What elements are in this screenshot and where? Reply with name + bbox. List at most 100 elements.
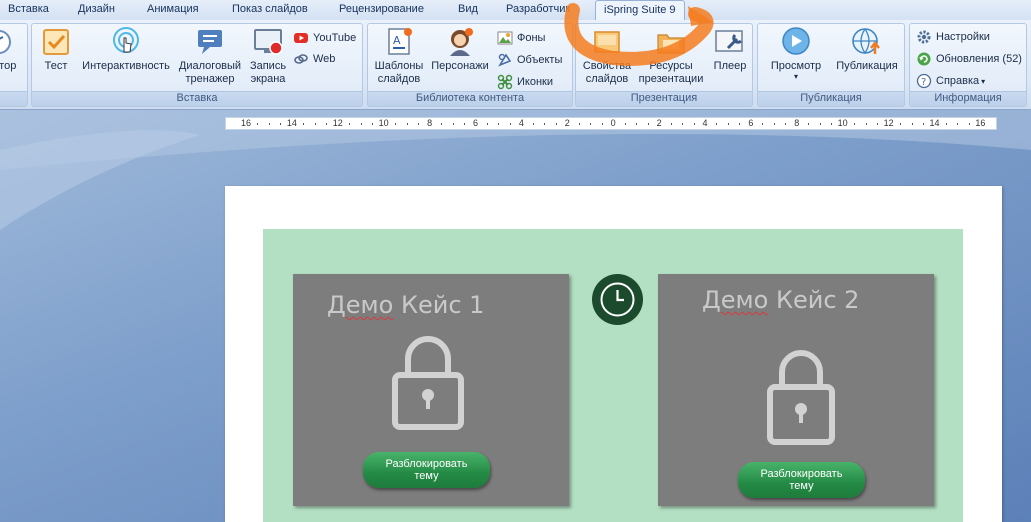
help-button[interactable]: ? Справка ▾ — [916, 72, 985, 90]
touch-interactivity-icon — [113, 27, 139, 53]
slide-templates-button[interactable]: A Шаблоны слайдов — [370, 26, 428, 86]
group-insert: Тест Интерактивность Диалоговыйтренажер — [31, 23, 363, 107]
group-library-label: Библиотека контента — [368, 91, 572, 106]
dialog-simulator-button[interactable]: Диалоговый тренажер — [176, 26, 244, 86]
horizontal-ruler[interactable]: 16 14 12 10 8 6 4 2 0 2 4 6 8 10 12 14 16 — [225, 117, 997, 130]
ruler-tick-label: 2 — [656, 118, 662, 128]
group-info: Настройки Обновления (52) ? Справка ▾ Ин… — [909, 23, 1027, 107]
group-presentation-label: Презентация — [576, 91, 752, 106]
ruler-tick-mark — [406, 123, 408, 125]
ruler-tick-label: 14 — [929, 118, 940, 128]
ruler-tick-mark — [693, 123, 695, 125]
tab-slideshow[interactable]: Показ слайдов — [232, 3, 308, 15]
play-preview-icon — [782, 27, 810, 55]
ruler-tick-mark — [257, 123, 259, 125]
ruler-tick-mark — [762, 123, 764, 125]
group-info-label: Информация — [910, 91, 1026, 106]
ruler-tick-mark — [670, 123, 672, 125]
ruler-tick-label: 8 — [794, 118, 800, 128]
ruler-tick-label: 4 — [702, 118, 708, 128]
card-title: Демо Кейс 2 — [702, 286, 860, 314]
tab-design[interactable]: Дизайн — [78, 3, 115, 15]
ruler-tick-mark — [268, 123, 270, 125]
ruler-tick-mark — [945, 123, 947, 125]
preview-button[interactable]: Просмотр ▾ — [764, 26, 828, 81]
ruler-tick-mark — [395, 123, 397, 125]
tab-animation[interactable]: Анимация — [147, 3, 199, 15]
tab-review[interactable]: Рецензирование — [339, 3, 424, 15]
ruler-tick-mark — [441, 123, 443, 125]
svg-text:A: A — [393, 34, 401, 47]
tab-insert[interactable]: Вставка — [8, 3, 49, 15]
ruler-tick-mark — [808, 123, 810, 125]
ruler-tick-mark — [360, 123, 362, 125]
characters-button[interactable]: Персонажи — [428, 26, 492, 73]
web-link-icon — [294, 54, 308, 64]
ruler-tick-label: 2 — [564, 118, 570, 128]
ruler-tick-label: 6 — [472, 118, 479, 128]
settings-button[interactable]: Настройки — [916, 28, 990, 46]
ruler-tick-label: 8 — [427, 118, 433, 128]
ruler-tick-mark — [464, 123, 466, 125]
objects-button[interactable]: Объекты — [497, 51, 562, 69]
edge-button[interactable]: стор — [0, 26, 23, 73]
ruler-tick-mark — [624, 123, 626, 125]
youtube-button[interactable]: YouTube — [293, 29, 356, 47]
group-publish-label: Публикация — [758, 91, 904, 106]
ruler-tick-mark — [647, 123, 649, 125]
tab-view[interactable]: Вид — [458, 3, 478, 15]
ruler-tick-mark — [900, 123, 902, 125]
ruler-tick-mark — [716, 123, 718, 125]
ruler-tick-mark — [498, 123, 500, 125]
ruler-tick-mark — [280, 123, 282, 125]
ruler-tick-mark — [578, 123, 580, 125]
icons-library-icon — [497, 74, 513, 90]
ruler-tick-mark — [923, 123, 925, 125]
ruler-tick-mark — [831, 123, 833, 125]
clock-icon — [592, 274, 643, 325]
slide-templates-icon: A — [388, 28, 412, 55]
group-edge: стор — [0, 23, 28, 107]
backgrounds-button[interactable]: Фоны — [497, 29, 545, 47]
ruler-tick-mark — [727, 123, 729, 125]
ruler-tick-label: 12 — [883, 118, 894, 128]
screen-record-button[interactable]: Запись экрана — [244, 26, 292, 86]
card-title: Демо Кейс 1 — [327, 291, 485, 319]
lock-icon — [767, 350, 835, 445]
ruler-tick-mark — [968, 123, 970, 125]
icons-button[interactable]: Иконки — [497, 73, 553, 91]
ruler-tick-mark — [865, 123, 867, 125]
demo-case-card-1[interactable]: Демо Кейс 1 Разблокировать тему — [293, 274, 569, 506]
ribbon-tab-bar: Вставка Дизайн Анимация Показ слайдов Ре… — [0, 0, 1031, 21]
ruler-tick-label: 4 — [518, 118, 524, 128]
ruler-tick-mark — [877, 123, 879, 125]
ruler-tick-mark — [418, 123, 420, 125]
ribbon: стор Тест Интерактивность — [0, 20, 1031, 110]
test-button[interactable]: Тест — [38, 26, 74, 73]
web-button[interactable]: Web — [293, 50, 335, 68]
group-publish: Просмотр ▾ Публикация Публикация — [757, 23, 905, 107]
publish-button[interactable]: Публикация — [832, 26, 902, 73]
ruler-tick-label: 10 — [378, 118, 389, 128]
ruler-tick-mark — [773, 123, 775, 125]
lock-icon — [392, 336, 464, 430]
unlock-topic-button[interactable]: Разблокировать тему — [738, 462, 865, 498]
updates-button[interactable]: Обновления (52) — [916, 50, 1022, 68]
slide-canvas[interactable]: Демо Кейс 1 Разблокировать тему Демо Кейс… — [225, 186, 1002, 522]
ruler-tick-mark — [819, 123, 821, 125]
ruler-tick-mark — [452, 123, 454, 125]
backgrounds-icon — [497, 31, 513, 45]
ruler-tick-label: 16 — [240, 118, 252, 128]
tab-developer[interactable]: Разработчик — [506, 3, 570, 15]
ruler-tick-mark — [326, 123, 328, 125]
unlock-topic-button[interactable]: Разблокировать тему — [363, 452, 490, 488]
group-content-library: A Шаблоны слайдов Персонажи Фоны Объекты… — [367, 23, 573, 107]
ruler-tick-mark — [303, 123, 305, 125]
ruler-tick-label: 16 — [975, 118, 986, 128]
globe-publish-icon — [852, 28, 880, 55]
demo-case-card-2[interactable]: Демо Кейс 2 Разблокировать тему — [658, 274, 934, 506]
interactivity-button[interactable]: Интерактивность — [78, 26, 174, 73]
ruler-tick-mark — [532, 123, 534, 125]
test-checkmark-icon — [43, 29, 69, 55]
ruler-tick-mark — [314, 123, 316, 125]
